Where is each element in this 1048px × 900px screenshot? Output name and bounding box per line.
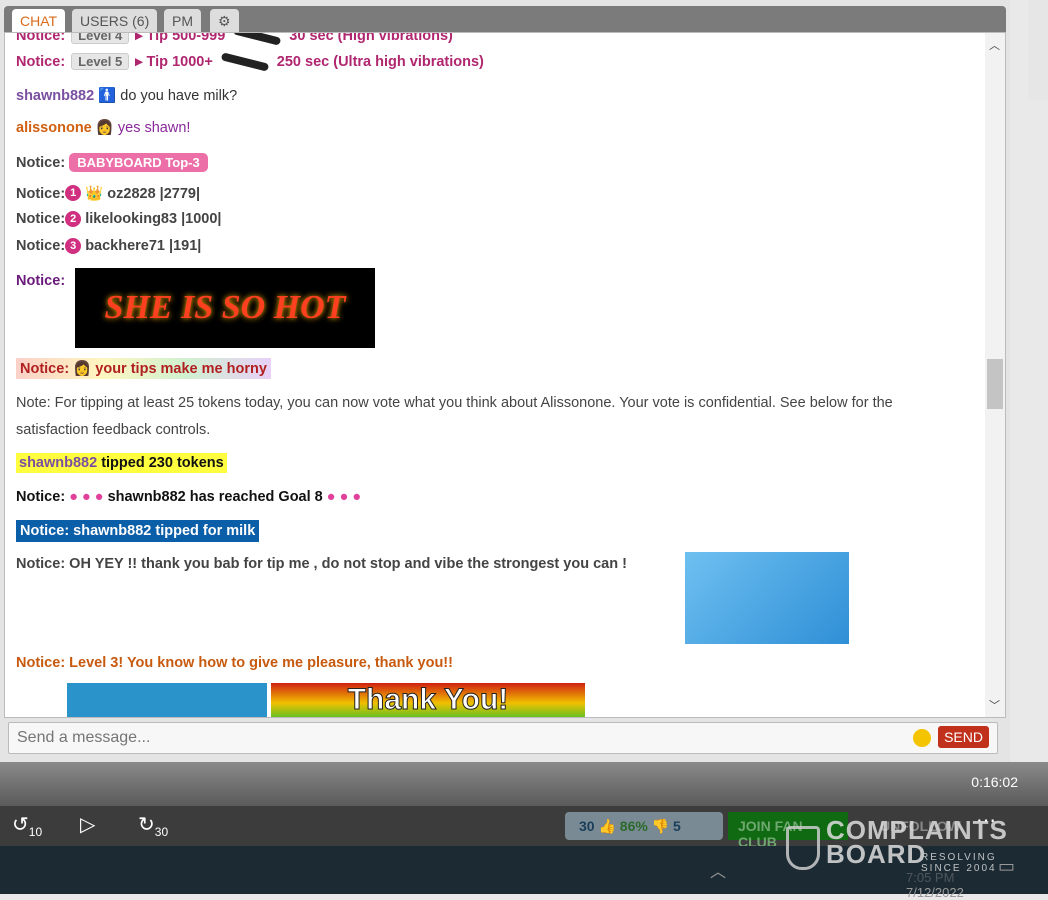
complaints-board-watermark: COMPLAINTS BOARD RESOLVING SINCE 2004 xyxy=(786,817,1008,874)
shield-icon xyxy=(786,826,820,870)
rewind-icon[interactable]: ↺10 xyxy=(12,812,42,839)
tab-users[interactable]: USERS (6) xyxy=(72,9,158,32)
notice-image: Notice: xyxy=(16,273,66,289)
rating-panel: 30 👍 86% 👎 5 xyxy=(565,812,723,840)
goal-notice: Notice: ● ● ● shawnb882 has reached Goal… xyxy=(16,489,362,505)
vibrator-icon xyxy=(220,52,270,72)
vibrator-icon xyxy=(233,33,282,46)
oh-yey-notice: Notice: OH YEY !! thank you bab for tip … xyxy=(16,556,627,572)
notice-top1: Notice: 1 👑 oz2828 |2779| xyxy=(16,185,201,202)
penguins-gif xyxy=(685,552,849,644)
chat-frame: CHAT USERS (6) PM ⚙ Notice: Level 4 ▸ Tip … xyxy=(0,0,1010,762)
crown-icon: 👑 xyxy=(85,186,104,202)
chat-log: Notice: Level 4 ▸ Tip 500-999 30 sec (High … xyxy=(4,32,1006,718)
chat-scrollbar[interactable]: ︿ ﹀ xyxy=(985,33,1005,717)
level3-notice: Notice: Level 3! You know how to give me… xyxy=(16,655,453,671)
tab-bar: CHAT USERS (6) PM ⚙ xyxy=(4,6,1006,32)
message-input[interactable] xyxy=(9,723,889,753)
notice-top3: Notice: 3 backhere71 |191| xyxy=(16,238,202,254)
thumbs-up-icon[interactable]: 👍 xyxy=(598,818,615,834)
upvote-count: 30 xyxy=(579,818,595,834)
she-is-so-hot-image: SHE IS SO HOT xyxy=(75,268,375,348)
emoji-icon[interactable] xyxy=(913,729,931,747)
notice-horny: Notice: 👩 your tips make me horny xyxy=(16,358,271,379)
notice-top2: Notice: 2 likelooking83 |1000| xyxy=(16,211,222,227)
milk-notice: Notice: shawnb882 tipped for milk xyxy=(16,520,260,542)
notice-level4: Notice: Level 4 ▸ Tip 500-999 30 sec (High … xyxy=(16,33,453,46)
send-button[interactable]: SEND xyxy=(938,726,989,748)
scrollbar-thumb[interactable] xyxy=(987,359,1003,409)
username[interactable]: shawnb882 xyxy=(16,88,94,104)
forward-icon[interactable]: ↻30 xyxy=(138,812,168,839)
chevron-up-icon[interactable]: ︿ xyxy=(710,858,726,882)
male-icon: 🚹 xyxy=(98,88,117,104)
page-scrollbar[interactable] xyxy=(1028,0,1048,100)
cartoon-image xyxy=(67,683,267,717)
message-box: SEND xyxy=(8,722,998,754)
notice-babyboard: Notice: BABYBOARD Top-3 xyxy=(16,153,208,172)
video-time: 0:16:02 xyxy=(971,774,1018,790)
username[interactable]: alissonone xyxy=(16,120,92,136)
thumbs-down-icon[interactable]: 👎 xyxy=(652,818,669,834)
chevron-down-icon[interactable]: ﹀ xyxy=(989,697,1000,713)
tip-notice: shawnb882 tipped 230 tokens xyxy=(16,453,227,473)
chat-message: alissonone 👩 yes shawn! xyxy=(16,120,191,136)
avatar-icon: 👩 xyxy=(95,120,114,136)
tab-pm[interactable]: PM xyxy=(164,9,201,32)
vote-note-2: satisfaction feedback controls. xyxy=(16,422,211,438)
vote-note: Note: For tipping at least 25 tokens tod… xyxy=(16,395,893,411)
chevron-up-icon[interactable]: ︿ xyxy=(989,37,1000,53)
notice-level5: Notice: Level 5 ▸ Tip 1000+ 250 sec (Ultra … xyxy=(16,52,484,72)
chat-message: shawnb882 🚹 do you have milk? xyxy=(16,88,238,104)
video-overlay: 0:16:02 xyxy=(0,762,1048,806)
taskbar-clock[interactable]: 7:05 PM 7/12/2022 xyxy=(906,870,964,900)
tab-chat[interactable]: CHAT xyxy=(12,9,66,32)
play-icon[interactable]: ▷ xyxy=(80,812,95,837)
thank-you-image: Thank You! xyxy=(271,683,585,717)
settings-gear-icon[interactable]: ⚙ xyxy=(210,9,239,32)
